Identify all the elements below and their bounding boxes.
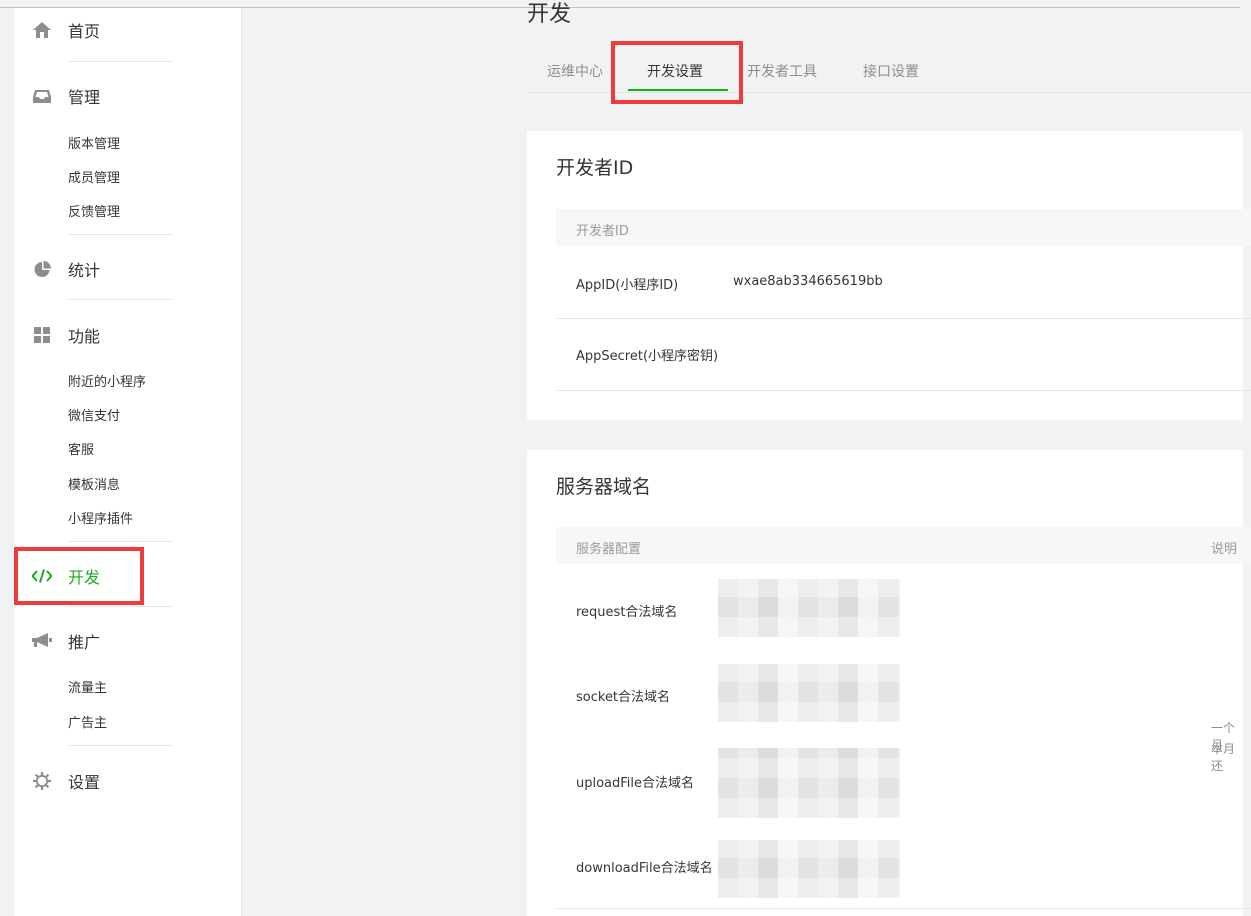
column-header: 开发者ID [576,224,629,239]
sidebar-item-dev[interactable]: 开发 [14,564,241,588]
sidebar: 首页 管理 版本管理 成员管理 反馈管理 统计 功能 附近的小程序 微信支付 客… [14,8,242,916]
sidebar-item-settings[interactable]: 设置 [14,769,241,793]
tab-api-settings[interactable]: 接口设置 [863,61,919,81]
sidebar-subitem-wechat-pay[interactable]: 微信支付 [68,405,120,424]
sidebar-subitem-members[interactable]: 成员管理 [68,167,120,186]
developer-id-card: 开发者ID 开发者ID AppID(小程序ID) wxae8ab33466561… [527,131,1251,420]
divider [68,541,173,542]
sidebar-subitem-plugins[interactable]: 小程序插件 [68,508,133,527]
sidebar-subitem-feedback[interactable]: 反馈管理 [68,201,120,220]
sidebar-item-features[interactable]: 功能 [14,323,241,347]
sidebar-item-promote[interactable]: 推广 [14,629,241,653]
inbox-icon [32,87,52,105]
sidebar-item-label: 设置 [68,773,101,792]
sidebar-item-label: 首页 [68,22,101,41]
row-label: downloadFile合法域名 [576,861,713,876]
divider [68,234,173,235]
table-header: 开发者ID [556,209,1251,246]
tab-dev-settings[interactable]: 开发设置 [647,61,703,81]
sidebar-item-label: 开发 [68,568,101,587]
divider [68,606,173,607]
card-title: 服务器域名 [556,476,652,498]
column-header-config: 服务器配置 [576,542,642,557]
tab-dev-tools[interactable]: 开发者工具 [747,61,817,81]
sidebar-subitem-advertiser[interactable]: 广告主 [68,712,107,731]
card-title: 开发者ID [556,157,634,179]
page-title: 开发 [527,2,572,27]
main-content: 开发 运维中心 开发设置 开发者工具 接口设置 开发者ID 开发者ID AppI… [527,0,1251,916]
sidebar-subitem-traffic-owner[interactable]: 流量主 [68,677,107,696]
table-header: 服务器配置 说明 [556,527,1251,564]
column-header-note: 说明 [1211,542,1238,557]
sidebar-item-home[interactable]: 首页 [14,18,241,42]
grid-icon [32,326,52,344]
row-label: uploadFile合法域名 [576,776,695,791]
code-icon [32,567,52,585]
tab-ops-center[interactable]: 运维中心 [547,61,603,81]
tab-bar: 运维中心 开发设置 开发者工具 接口设置 [527,52,1251,93]
note-text: 本月还 [1211,742,1236,773]
divider [68,745,173,746]
sidebar-subitem-customer-service[interactable]: 客服 [68,439,94,458]
sidebar-item-label: 管理 [68,88,101,107]
redacted-domain [718,579,900,637]
redacted-domain [718,664,900,722]
server-domain-card: 服务器域名 服务器配置 说明 request合法域名 socket合法域名 up… [527,450,1251,916]
row-label: socket合法域名 [576,690,671,705]
row-label: AppSecret(小程序密钥) [576,349,719,364]
sidebar-item-manage[interactable]: 管理 [14,84,241,108]
divider [68,299,173,300]
sidebar-item-label: 推广 [68,633,101,652]
table-row: AppID(小程序ID) wxae8ab334665619bb [556,246,1251,319]
sidebar-item-label: 功能 [68,327,101,346]
gear-icon [32,772,52,790]
sidebar-subitem-version[interactable]: 版本管理 [68,133,120,152]
row-label: request合法域名 [576,605,678,620]
appid-value: wxae8ab334665619bb [733,274,883,289]
sidebar-item-stats[interactable]: 统计 [14,257,241,281]
megaphone-icon [32,632,52,650]
table-row: AppSecret(小程序密钥) [556,319,1251,391]
sidebar-subitem-template-msg[interactable]: 模板消息 [68,474,120,493]
active-tab-indicator [628,89,728,91]
divider [68,61,173,62]
redacted-domain [718,748,900,818]
sidebar-subitem-nearby[interactable]: 附近的小程序 [68,371,146,390]
table-row: socket合法域名 [556,652,1251,736]
table-row: uploadFile合法域名 [556,736,1251,822]
table-row: downloadFile合法域名 [556,822,1251,909]
home-icon [32,21,52,39]
row-label: AppID(小程序ID) [576,278,679,293]
pie-chart-icon [32,260,52,278]
redacted-domain [718,840,900,898]
table-row: request合法域名 [556,568,1251,652]
sidebar-item-label: 统计 [68,261,101,280]
